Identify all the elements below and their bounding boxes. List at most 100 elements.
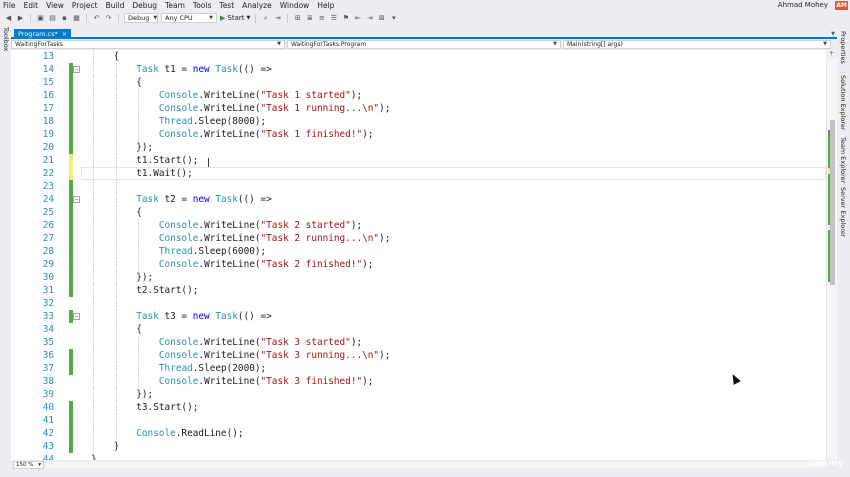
menu-item-edit[interactable]: Edit <box>20 0 43 11</box>
step-icon[interactable]: ⇥ <box>273 14 282 23</box>
code-line[interactable]: 33− Task t3 = new Task(() => <box>11 310 826 323</box>
type-dropdown[interactable]: WaitingForTasks.Program ▼ <box>287 40 561 49</box>
code-line[interactable]: 38 Console.WriteLine("Task 3 finished!"); <box>11 375 826 388</box>
code-line[interactable]: 43} <box>11 440 826 453</box>
solution-configuration-dropdown[interactable]: Debug ▼ <box>124 13 158 23</box>
code-line[interactable]: 24− Task t2 = new Task(() => <box>11 193 826 206</box>
menu-item-project[interactable]: Project <box>68 0 102 11</box>
code-line[interactable]: 29 Console.WriteLine("Task 2 finished!"); <box>11 258 826 271</box>
chevron-down-icon[interactable]: ▼ <box>831 29 835 39</box>
code-line[interactable]: 31 t2.Start(); <box>11 284 826 297</box>
code-editor[interactable]: 13{14− Task t1 = new Task(() => 15{16 Conso… <box>11 50 826 460</box>
code-line[interactable]: 30}); <box>11 271 826 284</box>
indent-guide <box>93 336 94 349</box>
code-line[interactable]: 27 Console.WriteLine("Task 2 running...\n… <box>11 232 826 245</box>
code-line[interactable]: 42 Console.ReadLine(); <box>11 427 826 440</box>
collapse-icon[interactable]: − <box>73 313 80 320</box>
prev-bookmark-icon[interactable]: ⇤ <box>353 14 362 23</box>
start-debugging-button[interactable]: ▶ Start ▼ <box>220 14 250 22</box>
comment-icon[interactable]: ≡ <box>317 14 326 23</box>
code-line[interactable]: 41 <box>11 414 826 427</box>
new-project-icon[interactable]: ▣ <box>36 14 45 23</box>
code-line[interactable]: 21 t1.Start(); <box>11 154 826 167</box>
code-line[interactable]: 34 { <box>11 323 826 336</box>
code-line[interactable]: 36 Console.WriteLine("Task 3 running...\n… <box>11 349 826 362</box>
code-line[interactable]: 20}); <box>11 141 826 154</box>
code-text: Console.WriteLine("Task 3 running...\n")… <box>159 349 390 362</box>
code-line[interactable]: 32 <box>11 297 826 310</box>
code-line[interactable]: 23 <box>11 180 826 193</box>
code-line[interactable]: 44} <box>11 453 826 460</box>
code-line[interactable]: 35 Console.WriteLine("Task 3 started"); <box>11 336 826 349</box>
zoom-value: 150 % <box>16 462 34 468</box>
tab-program-cs[interactable]: Program.cs* × <box>14 29 72 39</box>
code-line[interactable]: 22 t1.Wait(); <box>11 167 826 180</box>
collapse-icon[interactable]: − <box>73 66 80 73</box>
team-explorer-tab[interactable]: Team Explorer <box>839 137 847 183</box>
next-bookmark-icon[interactable]: ⇥ <box>365 14 374 23</box>
code-line[interactable]: 17 Console.WriteLine("Task 1 running...\n… <box>11 102 826 115</box>
horizontal-scrollbar[interactable] <box>46 462 826 468</box>
code-line[interactable]: 16 Console.WriteLine("Task 1 started"); <box>11 89 826 102</box>
menu-item-test[interactable]: Test <box>215 0 238 11</box>
zoom-dropdown[interactable]: 150 % ▾ <box>13 461 44 469</box>
code-line[interactable]: 25 { <box>11 206 826 219</box>
toolbar-separator <box>30 13 31 23</box>
toolbar-options-icon[interactable]: ▾ <box>389 14 398 23</box>
split-window-icon[interactable]: + <box>826 50 837 58</box>
properties-icon[interactable]: ≣ <box>305 14 314 23</box>
solution-platform-dropdown[interactable]: Any CPU ▼ <box>161 13 217 23</box>
menu-item-help[interactable]: Help <box>313 0 338 11</box>
menu-item-debug[interactable]: Debug <box>128 0 161 11</box>
code-line[interactable]: 19 Console.WriteLine("Task 1 finished!"); <box>11 128 826 141</box>
save-icon[interactable]: ▪ <box>60 14 69 23</box>
member-dropdown[interactable]: Main(string[] args) ▼ <box>563 40 831 49</box>
toolbox-tab[interactable]: Toolbox <box>2 27 10 51</box>
redo-icon[interactable]: ↷ <box>104 14 113 23</box>
code-text: } <box>91 453 97 460</box>
code-line[interactable]: 39}); <box>11 388 826 401</box>
code-token: ); <box>350 337 363 348</box>
code-line[interactable]: 13 { <box>11 50 826 63</box>
find-icon[interactable]: ⌕ <box>261 14 270 23</box>
menu-item-view[interactable]: View <box>42 0 68 11</box>
code-line[interactable]: 18 Thread.Sleep(8000); <box>11 115 826 128</box>
menu-item-file[interactable]: File <box>0 0 20 11</box>
code-line[interactable]: 37 Thread.Sleep(2000); <box>11 362 826 375</box>
menu-item-window[interactable]: Window <box>276 0 314 11</box>
save-all-icon[interactable]: ▦ <box>72 14 81 23</box>
uncomment-icon[interactable]: ☰ <box>329 14 338 23</box>
open-file-icon[interactable]: ▤ <box>48 14 57 23</box>
type-token: Task <box>215 194 238 205</box>
bookmark-icon[interactable]: ⚑ <box>341 14 350 23</box>
menu-item-analyze[interactable]: Analyze <box>238 0 276 11</box>
forward-icon[interactable]: ▶ <box>16 14 25 23</box>
menu-item-tools[interactable]: Tools <box>189 0 215 11</box>
close-icon[interactable]: × <box>62 29 67 39</box>
avatar[interactable]: AM <box>835 1 848 10</box>
user-name[interactable]: Ahmad Mohey <box>778 0 828 11</box>
code-line[interactable]: 15 { <box>11 76 826 89</box>
line-number: 42 <box>42 428 54 439</box>
code-line[interactable]: 28 Thread.Sleep(6000); <box>11 245 826 258</box>
code-line[interactable]: 40 t3.Start(); <box>11 401 826 414</box>
code-line[interactable]: 26 Console.WriteLine("Task 2 started"); <box>11 219 826 232</box>
menu-item-team[interactable]: Team <box>161 0 189 11</box>
code-line[interactable]: 14− Task t1 = new Task(() => <box>11 63 826 76</box>
project-dropdown[interactable]: WaitingForTasks ▼ <box>11 40 285 49</box>
solution-explorer-tab[interactable]: Solution Explorer <box>839 75 847 131</box>
document-tab-bar: Program.cs* × ▼ <box>11 29 837 39</box>
clear-bookmarks-icon[interactable]: ⊠ <box>377 14 386 23</box>
solution-explorer-icon[interactable]: ⊞ <box>293 14 302 23</box>
back-icon[interactable]: ◀ <box>4 14 13 23</box>
vertical-scrollbar[interactable] <box>826 50 837 460</box>
properties-tab[interactable]: Properties <box>839 31 847 64</box>
collapse-icon[interactable]: − <box>73 196 80 203</box>
server-explorer-tab[interactable]: Server Explorer <box>839 187 847 237</box>
code-text: Console.WriteLine("Task 1 finished!"); <box>159 128 374 141</box>
scrollbar-thumb[interactable] <box>830 120 835 285</box>
undo-icon[interactable]: ↶ <box>92 14 101 23</box>
menu-item-build[interactable]: Build <box>102 0 129 11</box>
code-token: ); <box>379 103 391 114</box>
indent-guide <box>115 375 117 388</box>
